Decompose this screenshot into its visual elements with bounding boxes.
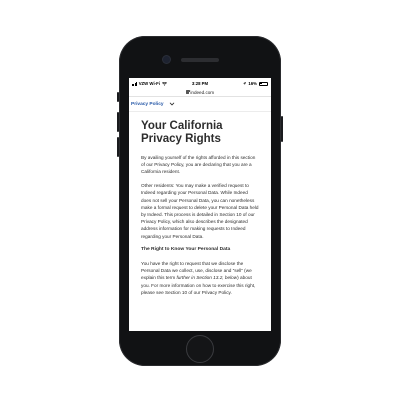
intro-paragraph: By availing yourself of the rights affor… — [141, 155, 256, 175]
status-bar: VZW Wi-Fi 3:28 PM 16% — [129, 78, 271, 88]
battery-percent: 16% — [248, 81, 257, 86]
volume-up-button — [117, 112, 119, 132]
url-text: indeed.com — [190, 89, 215, 95]
front-camera — [163, 56, 170, 63]
phone-frame: VZW Wi-Fi 3:28 PM 16% indeed.com Privacy… — [117, 36, 283, 366]
privacy-policy-link[interactable]: Privacy Policy — [131, 102, 164, 107]
location-arrow-icon — [243, 82, 247, 85]
phone-screen: VZW Wi-Fi 3:28 PM 16% indeed.com Privacy… — [129, 78, 271, 331]
mute-switch — [117, 92, 119, 102]
page-title: Your California Privacy Rights — [141, 120, 223, 145]
chevron-down-icon[interactable] — [169, 101, 175, 107]
lock-icon — [185, 89, 190, 94]
address-bar[interactable]: indeed.com — [129, 88, 271, 97]
home-button[interactable] — [186, 335, 214, 363]
earpiece-speaker — [181, 58, 219, 62]
policy-navigation: Privacy Policy — [129, 97, 271, 112]
status-right: 16% — [243, 81, 268, 86]
battery-level — [260, 82, 262, 85]
right-to-know-text-italic: further in Section 13.2, below — [176, 275, 238, 281]
volume-down-button — [117, 137, 119, 157]
right-to-know-paragraph: You have the right to request that we di… — [141, 260, 259, 296]
battery-icon — [259, 81, 268, 86]
right-to-know-heading: The Right to Know Your Personal Data — [141, 247, 231, 253]
page-content: Your California Privacy Rights By availi… — [129, 112, 271, 296]
other-residents-paragraph: Other residents: You may make a verified… — [141, 183, 259, 239]
power-button — [281, 116, 283, 142]
